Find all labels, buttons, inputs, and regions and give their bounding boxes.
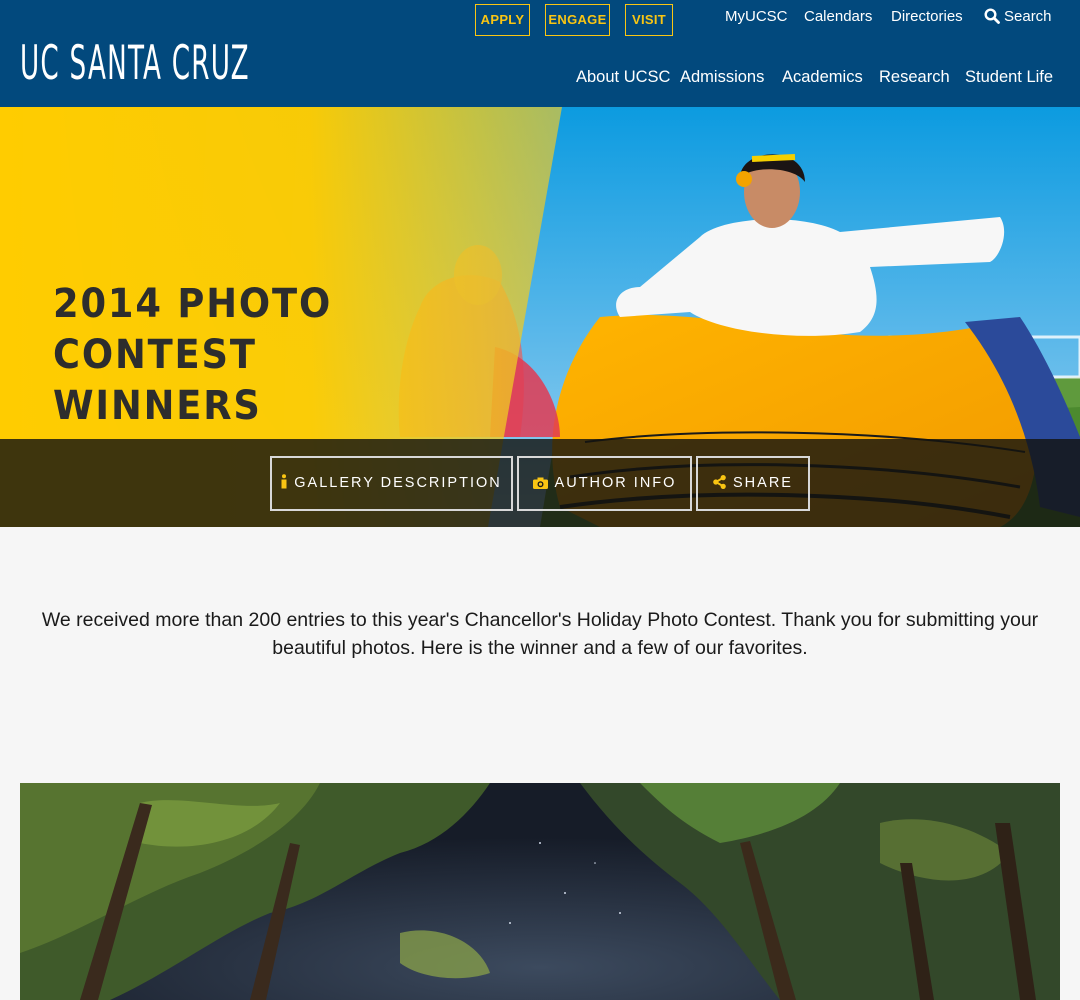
winning-photo[interactable] — [20, 783, 1060, 1000]
share-button[interactable]: SHARE — [696, 456, 810, 511]
directories-link[interactable]: Directories — [891, 6, 963, 28]
ucsc-logo[interactable]: UC SANTA CRUZ — [20, 38, 250, 90]
share-icon — [713, 475, 726, 489]
nav-research[interactable]: Research — [879, 65, 950, 89]
page-title: 2014 PHOTO CONTEST WINNERS — [53, 281, 333, 429]
info-icon — [281, 474, 287, 489]
author-info-button[interactable]: AUTHOR INFO — [517, 456, 692, 511]
share-label: SHARE — [733, 475, 793, 491]
gallery-description-button[interactable]: GALLERY DESCRIPTION — [270, 456, 513, 511]
intro-text: We received more than 200 entries to thi… — [41, 609, 1039, 659]
nav-academics[interactable]: Academics — [782, 65, 863, 89]
search-icon — [984, 8, 1000, 24]
apply-button[interactable]: APPLY — [475, 4, 530, 36]
camera-icon — [532, 477, 548, 489]
visit-button[interactable]: VISIT — [625, 4, 673, 36]
gallery-description-label: GALLERY DESCRIPTION — [294, 475, 502, 491]
nav-student-life[interactable]: Student Life — [965, 65, 1053, 89]
nav-admissions[interactable]: Admissions — [680, 65, 764, 89]
site-header: UC SANTA CRUZ APPLY ENGAGE VISIT MyUCSC … — [0, 0, 1080, 107]
author-info-label: AUTHOR INFO — [554, 475, 677, 491]
engage-button[interactable]: ENGAGE — [545, 4, 610, 36]
calendars-link[interactable]: Calendars — [804, 6, 872, 28]
nav-about-ucsc[interactable]: About UCSC — [576, 65, 670, 89]
hero-banner: 2014 PHOTO CONTEST WINNERS GALLERY DESCR… — [0, 107, 1080, 527]
forest-night-photo — [20, 783, 1060, 1000]
search-link[interactable]: Search — [984, 6, 1052, 28]
search-label: Search — [1004, 8, 1052, 25]
myucsc-link[interactable]: MyUCSC — [725, 6, 788, 28]
